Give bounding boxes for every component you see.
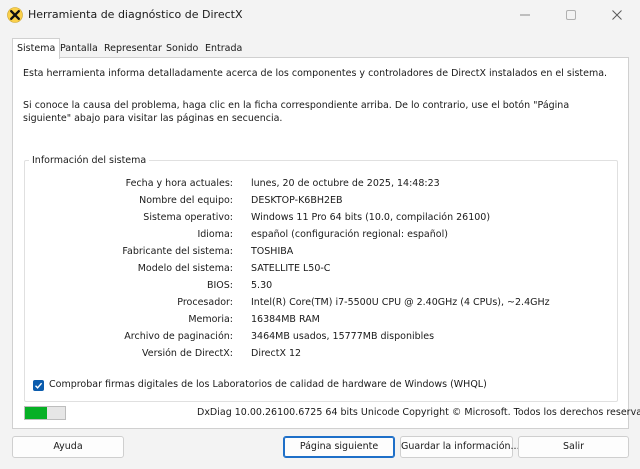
info-value: 3464MB usados, 15777MB disponibles [251,331,435,342]
tab-representar[interactable]: Representar [100,40,166,57]
info-value: 5.30 [251,280,273,291]
maximize-button[interactable] [548,0,594,30]
info-value: TOSHIBA [251,246,294,257]
info-label: Fabricante del sistema: [122,246,233,257]
info-row-computer-name: Nombre del equipo: DESKTOP-K6BH2EB [13,195,613,209]
maximize-icon [566,10,576,20]
save-info-button[interactable]: Guardar la información... [400,436,520,458]
progress-bar [24,406,66,420]
info-label: Nombre del equipo: [139,195,233,206]
version-copyright-text: DxDiag 10.00.26100.6725 64 bits Unicode … [197,407,640,418]
info-row-os: Sistema operativo: Windows 11 Pro 64 bit… [13,212,613,226]
info-row-manufacturer: Fabricante del sistema: TOSHIBA [13,246,613,260]
info-label: Sistema operativo: [143,212,233,223]
whql-checkbox[interactable] [33,380,44,391]
minimize-button[interactable] [502,0,548,30]
tab-entrada[interactable]: Entrada [201,40,246,57]
info-value: español (configuración regional: español… [251,229,448,240]
window-title: Herramienta de diagnóstico de DirectX [28,8,243,21]
checkmark-icon [35,382,43,389]
info-label: Idioma: [197,229,233,240]
tab-panel: Esta herramienta informa detalladamente … [12,57,629,429]
progress-fill [25,407,47,419]
info-label: BIOS: [206,280,233,291]
help-button[interactable]: Ayuda [12,436,124,458]
info-label: Fecha y hora actuales: [125,178,233,189]
info-value: Windows 11 Pro 64 bits (10.0, compilació… [251,212,491,223]
info-value: Intel(R) Core(TM) i7-5500U CPU @ 2.40GHz… [251,297,550,308]
info-row-bios: BIOS: 5.30 [13,280,613,294]
tab-strip: Sistema Pantalla Representar Sonido Entr… [12,38,628,59]
info-row-processor: Procesador: Intel(R) Core(TM) i7-5500U C… [13,297,613,311]
intro-text: Esta herramienta informa detalladamente … [23,68,608,79]
info-row-directx-version: Versión de DirectX: DirectX 12 [13,348,613,362]
tab-pantalla[interactable]: Pantalla [56,40,102,57]
close-button[interactable] [594,0,640,30]
directx-icon [7,7,23,23]
info-label: Modelo del sistema: [137,263,233,274]
info-value: DESKTOP-K6BH2EB [251,195,343,206]
info-row-page-file: Archivo de paginación: 3464MB usados, 15… [13,331,613,345]
info-value: DirectX 12 [251,348,302,359]
exit-button[interactable]: Salir [518,436,629,458]
instructions-text: Si conoce la causa del problema, haga cl… [23,100,570,124]
minimize-icon [520,14,530,16]
info-value: SATELLITE L50-C [251,263,331,274]
info-label: Procesador: [177,297,233,308]
info-row-model: Modelo del sistema: SATELLITE L50-C [13,263,613,277]
info-row-memory: Memoria: 16384MB RAM [13,314,613,328]
system-info-group-label: Información del sistema [29,155,150,166]
tab-sonido[interactable]: Sonido [162,40,202,57]
next-page-button[interactable]: Página siguiente [283,436,395,458]
info-row-date: Fecha y hora actuales: lunes, 20 de octu… [13,178,613,192]
whql-checkbox-label[interactable]: Comprobar firmas digitales de los Labora… [49,379,487,390]
tab-sistema[interactable]: Sistema [12,38,61,59]
title-bar[interactable]: Herramienta de diagnóstico de DirectX [0,0,640,30]
info-label: Archivo de paginación: [124,331,233,342]
close-icon [612,10,622,20]
info-label: Versión de DirectX: [141,348,233,359]
info-value: lunes, 20 de octubre de 2025, 14:48:23 [251,178,440,189]
info-row-language: Idioma: español (configuración regional:… [13,229,613,243]
info-value: 16384MB RAM [251,314,320,325]
info-label: Memoria: [188,314,233,325]
